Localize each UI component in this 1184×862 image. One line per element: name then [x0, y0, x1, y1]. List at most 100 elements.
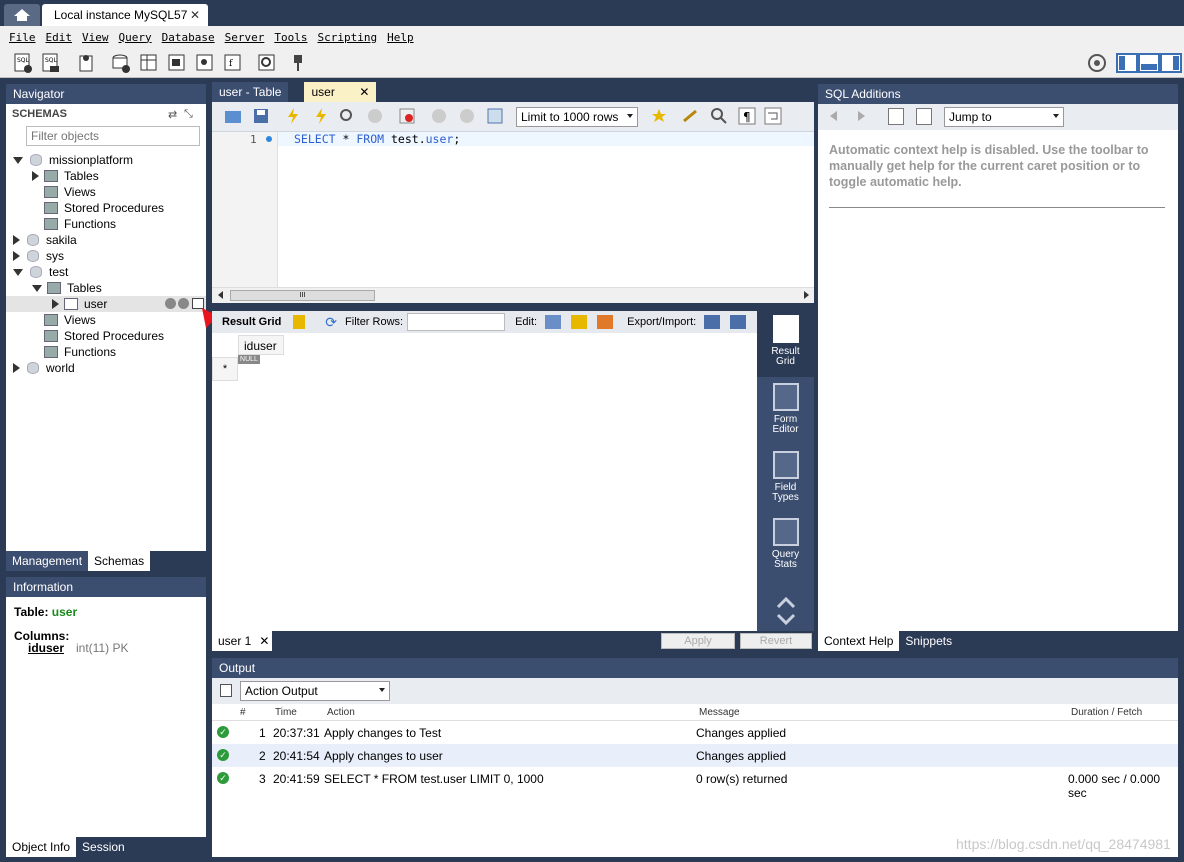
menu-file[interactable]: File — [9, 31, 36, 44]
tab-user-table[interactable]: user - Table — [212, 82, 289, 102]
tree-item-mp-functions[interactable]: Functions — [44, 216, 116, 232]
schema-sakila[interactable]: sakila — [13, 232, 77, 248]
tab-schemas[interactable]: Schemas — [88, 551, 151, 571]
tab-management[interactable]: Management — [6, 551, 89, 571]
menu-query[interactable]: Query — [119, 31, 152, 44]
schema-world[interactable]: world — [13, 360, 75, 376]
refresh-icon[interactable]: ⇄ — [168, 108, 177, 121]
tab-object-info[interactable]: Object Info — [6, 837, 77, 857]
collapse-icon[interactable]: ⤡ — [184, 108, 193, 121]
result-grid-button[interactable]: Result Grid — [757, 311, 814, 377]
wrench-icon[interactable] — [178, 298, 189, 309]
filter-objects-input[interactable] — [26, 126, 200, 146]
scroll-right-icon[interactable] — [804, 291, 809, 299]
execute-icon[interactable] — [284, 107, 302, 125]
create-view-icon[interactable] — [166, 52, 188, 74]
create-schema-icon[interactable] — [110, 52, 132, 74]
menu-scripting[interactable]: Scripting — [317, 31, 377, 44]
create-procedure-icon[interactable] — [194, 52, 216, 74]
tree-item-mp-views[interactable]: Views — [44, 184, 96, 200]
table-row[interactable]: ✓ 2 20:41:54 Apply changes to user Chang… — [212, 744, 1178, 767]
settings-icon[interactable] — [1086, 52, 1108, 74]
scroll-left-icon[interactable] — [218, 291, 223, 299]
open-file-icon[interactable] — [224, 107, 242, 125]
tab-context-help[interactable]: Context Help — [818, 631, 900, 651]
schema-sys[interactable]: sys — [13, 248, 64, 264]
form-editor-button[interactable]: Form Editor — [757, 383, 814, 435]
field-types-button[interactable]: Field Types — [757, 451, 814, 503]
filter-rows-input[interactable] — [407, 313, 506, 331]
search-table-data-icon[interactable] — [256, 52, 278, 74]
editor-horizontal-scrollbar[interactable]: III — [212, 287, 814, 303]
expand-icon[interactable] — [13, 156, 23, 164]
close-icon[interactable]: ✕ — [359, 85, 369, 99]
expand-icon[interactable] — [13, 268, 23, 276]
save-icon[interactable] — [252, 107, 270, 125]
apply-button[interactable]: Apply — [661, 633, 735, 649]
expand-icon[interactable] — [52, 299, 59, 309]
refresh-icon[interactable]: ⟳ — [325, 314, 337, 331]
table-row[interactable]: ✓ 3 20:41:59 SELECT * FROM test.user LIM… — [212, 767, 1178, 800]
export-icon[interactable] — [704, 315, 721, 329]
tree-item-test-functions[interactable]: Functions — [44, 344, 116, 360]
panel-layout-toggles[interactable] — [1116, 52, 1182, 74]
beautify-icon[interactable] — [682, 107, 700, 125]
import-icon[interactable] — [730, 315, 747, 329]
tree-item-mp-procedures[interactable]: Stored Procedures — [44, 200, 164, 216]
tree-item-test-views[interactable]: Views — [44, 312, 96, 328]
inspector-icon[interactable] — [76, 52, 98, 74]
tree-item-test-procedures[interactable]: Stored Procedures — [44, 328, 164, 344]
column-header-iduser[interactable]: iduser — [238, 335, 284, 355]
tab-session[interactable]: Session — [76, 837, 131, 857]
info-icon[interactable] — [165, 298, 176, 309]
execute-current-icon[interactable] — [312, 107, 330, 125]
scroll-thumb[interactable]: III — [230, 290, 375, 301]
limit-rows-select[interactable]: Limit to 1000 rows — [516, 107, 638, 127]
find-icon[interactable] — [710, 107, 728, 125]
expand-icon[interactable] — [32, 171, 39, 181]
column-chooser-icon[interactable] — [293, 315, 306, 329]
expand-icon[interactable] — [13, 363, 20, 373]
tab-snippets[interactable]: Snippets — [899, 631, 958, 651]
open-sql-script-icon[interactable]: SQL — [40, 52, 62, 74]
schema-test[interactable]: test — [13, 264, 68, 280]
menu-tools[interactable]: Tools — [274, 31, 307, 44]
tab-result-1[interactable]: user 1 ✕ — [212, 631, 272, 651]
revert-button[interactable]: Revert — [740, 633, 812, 649]
stop-icon[interactable] — [366, 107, 384, 125]
delete-row-icon[interactable] — [597, 315, 614, 329]
autocommit-icon[interactable] — [486, 107, 504, 125]
tab-user-query[interactable]: user ✕ — [304, 82, 377, 102]
null-cell[interactable]: NULL — [238, 355, 260, 364]
menu-edit[interactable]: Edit — [46, 31, 73, 44]
jump-to-select[interactable]: Jump to — [944, 107, 1064, 127]
new-sql-tab-icon[interactable]: SQL — [12, 52, 34, 74]
close-icon[interactable]: ✕ — [190, 8, 200, 22]
commit-icon[interactable] — [430, 107, 448, 125]
tree-item-user-selected[interactable]: user — [6, 296, 206, 312]
insert-row-icon[interactable] — [571, 315, 588, 329]
instance-tab[interactable]: Local instance MySQL57 ✕ — [42, 4, 208, 26]
create-function-icon[interactable]: f — [222, 52, 244, 74]
output-mode-select[interactable]: Action Output — [240, 681, 390, 701]
tree-item-test-tables[interactable]: Tables — [32, 280, 102, 296]
tree-item-mp-tables[interactable]: Tables — [32, 168, 99, 184]
expand-icon[interactable] — [13, 235, 20, 245]
menu-server[interactable]: Server — [225, 31, 265, 44]
home-tab[interactable] — [4, 4, 40, 26]
close-icon[interactable]: ✕ — [259, 634, 269, 648]
back-icon[interactable] — [830, 111, 837, 121]
invisible-chars-icon[interactable]: ¶ — [738, 107, 756, 125]
copy-icon[interactable] — [220, 684, 232, 697]
manual-help-icon[interactable] — [888, 108, 904, 125]
schema-missionplatform[interactable]: missionplatform — [13, 152, 133, 168]
add-snippet-icon[interactable] — [650, 107, 668, 125]
rollback-icon[interactable] — [458, 107, 476, 125]
table-row[interactable]: ✓ 1 20:37:31 Apply changes to Test Chang… — [212, 721, 1178, 744]
menu-database[interactable]: Database — [162, 31, 215, 44]
expand-icon[interactable] — [32, 284, 42, 292]
toggle-stop-on-error-icon[interactable] — [398, 107, 416, 125]
auto-help-icon[interactable] — [916, 108, 932, 125]
sql-editor[interactable]: 1 SELECT * FROM test.user; — [212, 132, 814, 287]
word-wrap-icon[interactable] — [764, 107, 782, 125]
